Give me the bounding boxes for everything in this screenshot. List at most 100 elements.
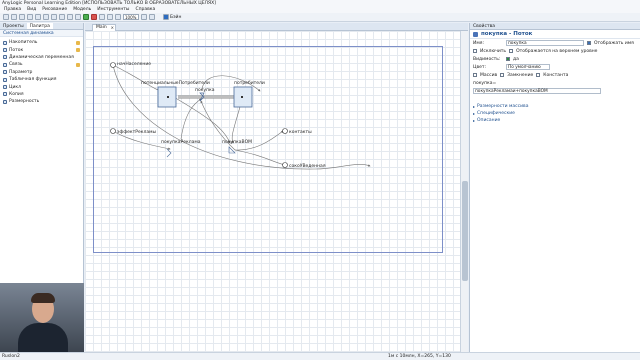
link-arc[interactable]	[112, 64, 164, 93]
name-label: Имя:	[473, 40, 484, 46]
webcam-overlay	[0, 283, 84, 352]
status-bar: Ruslon2 1м с 10млн, X=265, Y=130	[0, 352, 640, 360]
parameter-icon[interactable]	[282, 162, 288, 168]
table-function-icon	[3, 77, 7, 82]
save-icon[interactable]	[19, 14, 25, 20]
copy-icon[interactable]	[35, 14, 41, 20]
palette-item-label: Цикл	[9, 84, 22, 90]
delay-label: Замкнение	[507, 72, 534, 78]
section-specific[interactable]: Специфические	[470, 110, 640, 117]
show-upper-checkbox[interactable]	[509, 49, 514, 53]
exclude-checkbox[interactable]	[473, 49, 477, 53]
zoom-select[interactable]: 100%	[123, 14, 139, 20]
new-icon[interactable]	[3, 14, 9, 20]
param-label: контакты	[289, 130, 312, 135]
valve-icon[interactable]	[228, 146, 236, 154]
editor-tabs: Main ×	[85, 23, 468, 31]
palette-item-label: Размерность	[9, 99, 40, 105]
build-icon[interactable]	[107, 14, 113, 20]
palette-item-label: Параметр	[9, 69, 33, 75]
formula-field[interactable]: покупкаРекламаи+покупкаВОМ	[473, 88, 601, 94]
run-icon[interactable]	[83, 14, 89, 20]
cut-icon[interactable]	[27, 14, 33, 20]
section-array-dimensions[interactable]: Размерности массива	[470, 103, 640, 110]
palette-item-shadow[interactable]: Копия	[0, 91, 83, 98]
palette-item-loop[interactable]: Цикл	[0, 83, 83, 90]
visibility-value: да	[513, 56, 519, 62]
status-left: Ruslon2	[2, 354, 20, 359]
palette-item-label: Табличная функция	[9, 77, 57, 83]
redo-icon[interactable]	[67, 14, 73, 20]
palette-list: Накопитель Поток Динамическая переменная…	[0, 37, 83, 106]
sd-diagram: начНаселение потенциальныеПотребители по…	[110, 61, 371, 170]
constant-label: Константа	[543, 72, 569, 78]
open-icon[interactable]	[11, 14, 17, 20]
link-icon	[3, 62, 7, 67]
palette-item-dimension[interactable]: Размерность	[0, 98, 83, 105]
stock-icon	[3, 40, 7, 45]
palette-item-link[interactable]: Связь	[0, 61, 83, 68]
stop-icon[interactable]	[91, 14, 97, 20]
pointer-icon[interactable]	[75, 14, 81, 20]
stock-label: потребители	[234, 80, 265, 86]
dynamic-variable-icon	[3, 55, 7, 60]
stock-handle	[241, 96, 243, 98]
presenter-body	[18, 323, 68, 352]
debug-icon[interactable]	[99, 14, 105, 20]
fit-icon[interactable]	[115, 14, 121, 20]
show-name-label: Отображать имя	[594, 40, 634, 46]
visibility-row: Видимость: да	[470, 55, 640, 63]
section-label: Описание	[477, 118, 501, 123]
delete-icon[interactable]	[51, 14, 57, 20]
name-field[interactable]: покупка	[506, 40, 584, 46]
expand-icon	[473, 112, 475, 115]
palette-item-label: Поток	[9, 47, 24, 53]
palette-item-label: Копия	[9, 91, 24, 97]
tab-palette[interactable]: Палитра	[26, 23, 53, 29]
color-label: Цвет:	[473, 64, 487, 70]
link-arc[interactable]	[171, 95, 231, 144]
parameter-icon[interactable]	[110, 62, 116, 68]
flow-icon	[473, 31, 478, 37]
canvas-vertical-scrollbar[interactable]	[460, 31, 468, 352]
section-description[interactable]: Описание	[470, 117, 640, 124]
build-menu[interactable]: Бэйн	[163, 14, 181, 20]
array-checkbox[interactable]	[473, 73, 477, 77]
paste-icon[interactable]	[43, 14, 49, 20]
palette-item-parameter[interactable]: Параметр	[0, 69, 83, 76]
show-name-checkbox[interactable]	[587, 41, 591, 45]
palette-item-label: Связь	[9, 62, 23, 68]
parameter-icon[interactable]	[110, 128, 116, 134]
loop-icon	[3, 85, 7, 90]
tab-projects[interactable]: Проекты	[0, 23, 27, 29]
build-label: Бэйн	[170, 14, 182, 20]
parameter-icon[interactable]	[282, 128, 288, 134]
palette-section-header[interactable]: Системная динамика	[0, 30, 83, 37]
valve-icon[interactable]	[166, 148, 172, 158]
color-row: Цвет: По умолчанию	[470, 63, 640, 71]
constant-checkbox[interactable]	[536, 73, 541, 77]
color-select[interactable]: По умолчанию	[506, 64, 550, 70]
palette-item-table-function[interactable]: Табличная функция	[0, 76, 83, 83]
zoom-out-icon[interactable]	[149, 14, 155, 20]
array-label: Массив	[480, 72, 498, 78]
tab-main[interactable]: Main ×	[92, 24, 116, 31]
palette-item-flow[interactable]: Поток	[0, 46, 83, 53]
parameter-icon	[3, 70, 7, 75]
palette-item-dynamic-variable[interactable]: Динамическая переменная	[0, 54, 83, 61]
delay-checkbox[interactable]	[500, 73, 505, 77]
pencil-icon[interactable]	[76, 62, 80, 67]
expand-icon	[473, 105, 475, 108]
pencil-icon[interactable]	[76, 40, 80, 45]
link-arc[interactable]	[180, 98, 202, 140]
undo-icon[interactable]	[59, 14, 65, 20]
zoom-in-icon[interactable]	[141, 14, 147, 20]
visibility-icon[interactable]	[506, 57, 510, 61]
palette-item-stock[interactable]: Накопитель	[0, 39, 83, 46]
show-upper-label: Отображается на верхнем уровне	[516, 48, 598, 54]
dimension-icon	[3, 99, 7, 104]
properties-title: покупка - Поток	[470, 30, 640, 39]
pencil-icon[interactable]	[76, 48, 80, 53]
scrollbar-thumb[interactable]	[462, 181, 468, 281]
